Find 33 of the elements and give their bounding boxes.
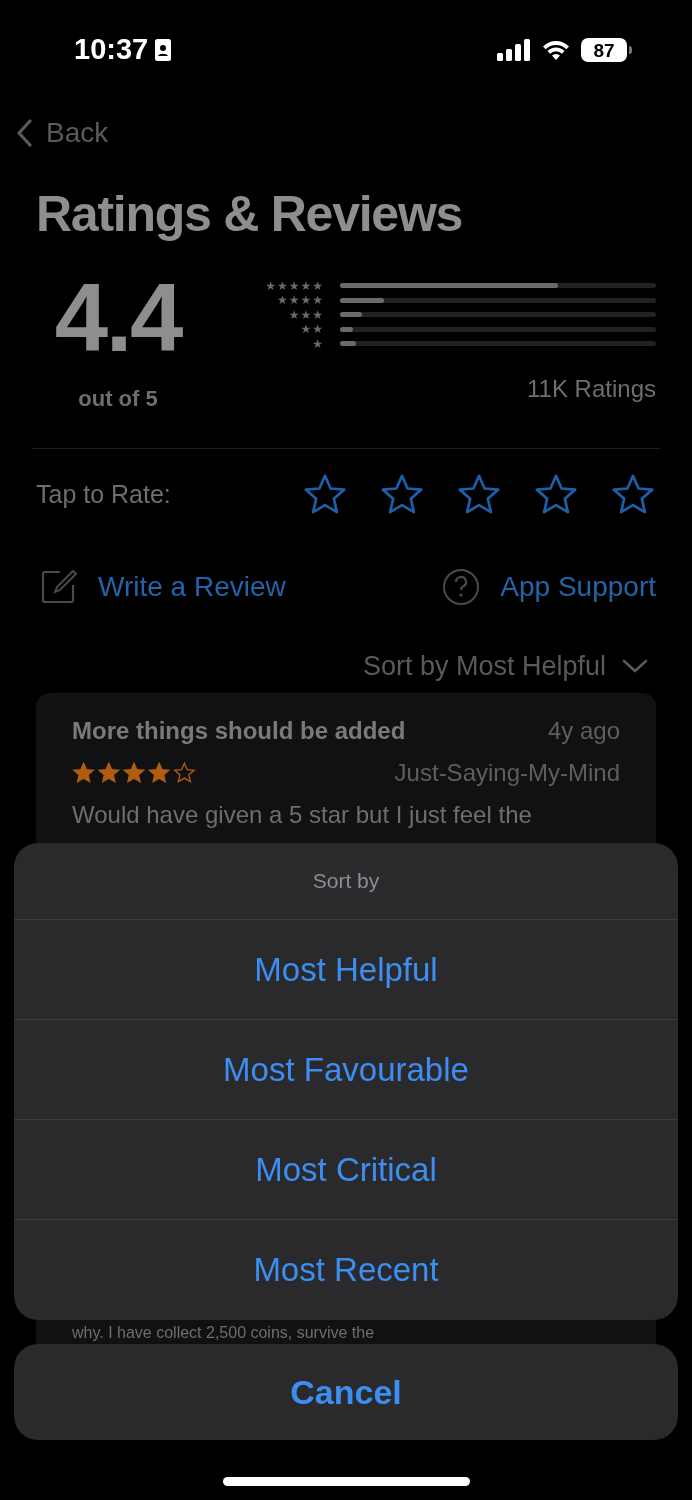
review-text: why. I have collect 2,500 coins, survive the <box>72 1324 375 1342</box>
id-card-icon <box>154 38 173 62</box>
sort-option[interactable]: Most Recent <box>14 1220 678 1320</box>
status-time: 10:37 <box>74 32 149 68</box>
signal-icon <box>497 39 531 61</box>
sort-option[interactable]: Most Critical <box>14 1120 678 1220</box>
wifi-icon <box>541 39 571 61</box>
chevron-left-icon <box>16 119 32 147</box>
tap-to-rate-label: Tap to Rate: <box>36 479 171 511</box>
chevron-down-icon <box>622 658 648 674</box>
star-label: ★★★★★ <box>265 279 324 292</box>
compose-icon <box>40 568 78 606</box>
sort-option[interactable]: Most Helpful <box>14 920 678 1020</box>
cancel-button[interactable]: Cancel <box>14 1344 678 1440</box>
sheet-title: Sort by <box>312 868 380 895</box>
sort-button[interactable]: Sort by Most Helpful <box>362 645 648 687</box>
write-review-link[interactable]: Write a Review <box>40 566 286 608</box>
review-date: 4y ago <box>547 716 620 746</box>
review-title: More things should be added <box>72 716 406 746</box>
ratings-count: 11K Ratings <box>527 374 656 404</box>
rating-scale: out of 5 <box>78 385 158 413</box>
star-label: ★★★★ <box>276 294 324 306</box>
star-label: ★★ <box>300 323 324 335</box>
back-button[interactable]: Back <box>16 112 109 154</box>
sort-option[interactable]: Most Favourable <box>14 1020 678 1120</box>
average-rating: 4.4 <box>54 276 182 360</box>
page-title: Ratings & Reviews <box>36 184 463 244</box>
question-mark-icon <box>442 568 481 606</box>
review-author: Just-Saying-My-Mind <box>394 758 620 788</box>
review-text: Would have given a 5 star but I just feel the <box>72 801 533 829</box>
app-support-link[interactable]: App Support <box>442 566 656 608</box>
star-label: ★ <box>312 337 324 350</box>
star-label: ★★★ <box>288 308 324 321</box>
